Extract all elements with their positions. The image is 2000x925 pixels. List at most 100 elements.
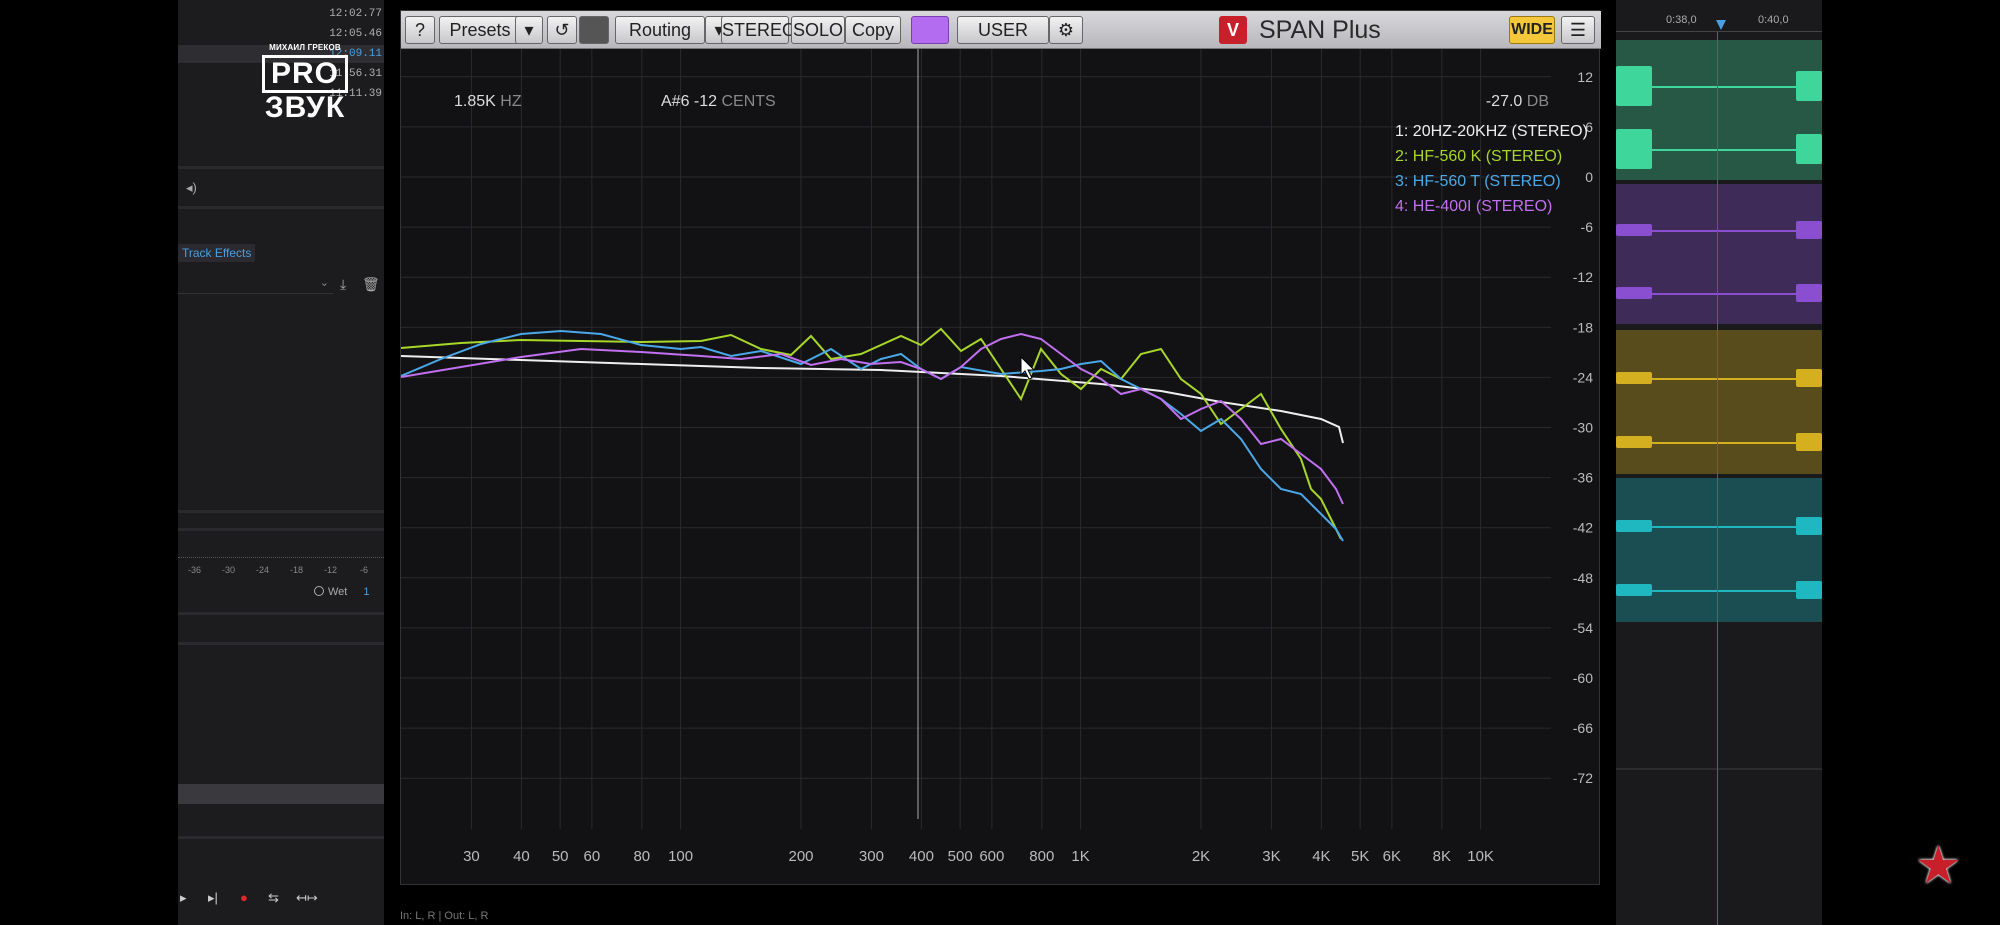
settings-button[interactable]: ⚙ [1049,16,1083,44]
waveform-peak [1796,516,1822,535]
record-icon[interactable]: ● [240,890,248,905]
db-readout: -27.0 DB [1486,93,1549,111]
user-button[interactable]: USER [957,16,1049,44]
frequency-tick-label: 80 [633,848,650,865]
legend-item[interactable]: 3: HF-560 T (STEREO) [1395,169,1588,194]
note-unit: CENTS [721,93,776,110]
clip-timestamp[interactable]: 12:02.77 [329,8,382,20]
waveform-peak [1616,371,1652,384]
db-tick-label: -12 [1573,269,1593,285]
panel-divider [178,612,384,615]
speaker-icon[interactable]: ◂) [186,180,197,196]
chevron-down-icon: ⌄ [319,277,329,289]
presets-button[interactable]: Presets [439,16,521,44]
presets-dropdown-button[interactable]: ▾ [515,16,543,44]
frequency-tick-label: 6K [1383,848,1401,865]
meter-tick: -6 [360,565,369,575]
play-icon[interactable]: ▸ [180,890,187,906]
transport-controls: ▸ ▸| ● ⇆ ↤↦ [178,888,384,910]
db-tick-label: -54 [1573,620,1593,636]
frequency-value: 1.85K [454,93,496,110]
routing-button[interactable]: Routing [615,16,705,44]
waveform-peak [1616,224,1652,237]
effects-preset-select[interactable]: ⌄ [178,274,333,294]
skip-selection-icon[interactable]: ↤↦ [296,890,318,906]
track-lane[interactable] [1616,40,1822,180]
db-tick-label: -6 [1581,219,1594,235]
color-swatch-button[interactable] [579,16,609,44]
gear-icon: ⚙ [1057,20,1075,40]
trash-icon[interactable]: 🗑 [362,276,380,293]
db-unit: DB [1526,93,1549,110]
waveform-peak [1796,581,1822,600]
wet-knob-icon[interactable] [314,586,324,596]
solo-button[interactable]: SOLO [791,16,845,44]
meter-tick: -12 [324,565,338,575]
panel-divider [178,206,384,209]
db-value: -27.0 [1485,93,1523,110]
db-tick-label: -60 [1573,670,1593,686]
track-lane[interactable] [1616,330,1822,474]
waveform-peak [1616,519,1652,532]
track-effects-tab[interactable]: Track Effects [178,244,256,262]
copy-button[interactable]: Copy [845,16,901,44]
panel-divider [178,528,384,531]
meter-tick: -30 [222,565,236,575]
db-tick-label: -18 [1573,319,1593,335]
legend-item[interactable]: 4: HE-400I (STEREO) [1395,194,1588,219]
refresh-icon: ↺ [554,20,570,40]
io-status: In: L, R | Out: L, R [400,910,489,922]
waveform-peak [1796,134,1822,165]
spectrum-display[interactable]: 30 40 50 60 80 100 200 300 400 500 600 800 1K 2K 3K 4K 5… [400,49,1601,886]
wet-control[interactable]: Wet 1 [314,586,369,598]
grid-lines [401,49,1551,829]
frequency-tick-label: 400 [909,848,934,865]
frequency-readout: 1.85K HZ [454,93,522,111]
db-tick-label: -72 [1573,770,1593,786]
help-button[interactable]: ? [405,16,435,44]
daw-right-panel: 0:38,0 0:40,0 [1616,0,1822,925]
spectrum-curve-3 [400,329,1344,542]
reset-button[interactable]: ↺ [547,16,577,44]
note-readout: A#6 -12 CENTS [661,93,776,111]
spectrum-legend: 1: 20HZ-20KHZ (STEREO) 2: HF-560 K (STER… [1395,119,1588,219]
spectrum-curve-4 [400,332,1344,505]
span-plus-plugin-window: ? Presets ▾ ↺ Routing ▾ STEREO SOLO Copy… [400,10,1601,886]
voxengo-logo-icon: V [1219,16,1247,44]
loop-icon[interactable]: ⇆ [268,890,279,906]
clip-timestamp[interactable]: 12:05.46 [329,28,382,40]
stereo-button[interactable]: STEREO [721,16,796,44]
waveform-peak [1796,368,1822,387]
effects-slot-bar[interactable] [178,784,384,804]
legend-item[interactable]: 2: HF-560 K (STEREO) [1395,144,1588,169]
logo-pro: PRO [262,55,349,93]
panel-divider [178,836,384,839]
color-button[interactable] [911,16,949,44]
waveform-peak [1616,287,1652,300]
waveform-peak [1796,71,1822,102]
plugin-brand: V SPAN Plus [1219,15,1381,45]
db-tick-label: -48 [1573,570,1593,586]
db-tick-label: -36 [1573,470,1593,486]
star-icon[interactable]: ★ [1915,840,1962,892]
panel-divider [178,166,384,169]
skip-end-icon[interactable]: ▸| [208,890,218,906]
waveform-peak [1796,433,1822,452]
frequency-tick-label: 600 [979,848,1004,865]
waveform-peak [1796,284,1822,303]
daw-left-panel: 12:02.77 12:05.46 12:09.11 11:56.31 11:1… [178,0,384,925]
frequency-tick-label: 3K [1262,848,1280,865]
ruler-tick: 0:38,0 [1666,14,1697,26]
frequency-tick-label: 50 [552,848,569,865]
meter-tick: -18 [290,565,304,575]
wide-button[interactable]: WIDE [1509,16,1555,44]
import-icon[interactable]: ⤓ [340,276,346,293]
legend-item[interactable]: 1: 20HZ-20KHZ (STEREO) [1395,119,1588,144]
track-lane[interactable] [1616,184,1822,324]
db-tick-label: 12 [1577,69,1593,85]
track-lane[interactable] [1616,478,1822,622]
panel-divider [178,510,384,513]
channel-logo: МИХАИЛ ГРЕКОВ PRO ЗВУК [262,43,349,123]
meter-tick: -36 [188,565,202,575]
menu-button[interactable]: ☰ [1561,16,1595,44]
